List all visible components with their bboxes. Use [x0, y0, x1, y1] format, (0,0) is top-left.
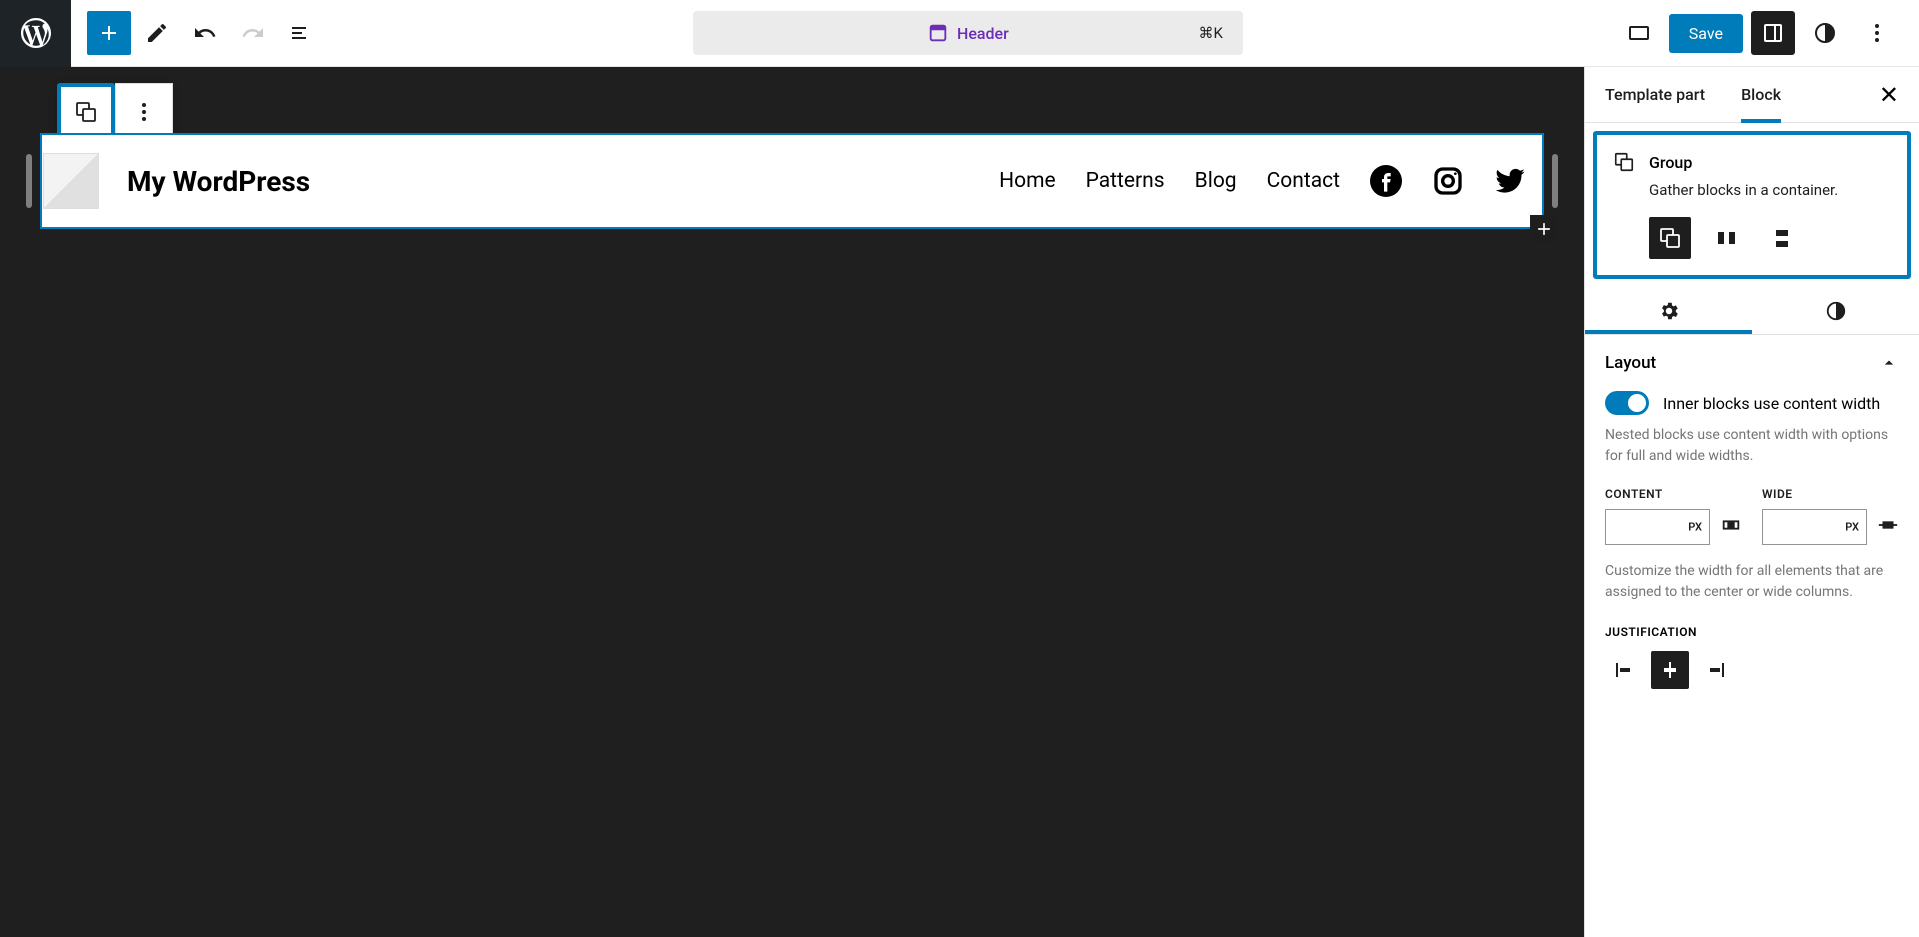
- group-variation-stack[interactable]: [1761, 217, 1803, 259]
- nav-link[interactable]: Contact: [1267, 169, 1340, 193]
- redo-button[interactable]: [231, 11, 275, 55]
- content-width-label: Inner blocks use content width: [1663, 394, 1880, 413]
- wide-width-label: WIDE: [1762, 487, 1899, 501]
- settings-tab[interactable]: [1585, 287, 1752, 334]
- add-block-button[interactable]: [1530, 215, 1558, 243]
- undo-button[interactable]: [183, 11, 227, 55]
- unit-label: PX: [1688, 521, 1702, 534]
- resize-handle-right[interactable]: [1552, 154, 1558, 208]
- layout-panel-toggle[interactable]: Layout: [1605, 353, 1899, 373]
- list-view-button[interactable]: [279, 11, 323, 55]
- justification-label: JUSTIFICATION: [1605, 625, 1899, 639]
- content-width-icon: [1720, 514, 1742, 540]
- nav-link[interactable]: Patterns: [1086, 169, 1165, 193]
- twitter-icon[interactable]: [1494, 165, 1526, 197]
- chevron-up-icon: [1879, 353, 1899, 373]
- group-variation-group[interactable]: [1649, 217, 1691, 259]
- site-logo-placeholder[interactable]: [43, 153, 99, 209]
- wide-width-icon: [1877, 514, 1899, 540]
- block-card-title: Group: [1649, 153, 1692, 172]
- content-width-toggle[interactable]: [1605, 391, 1649, 415]
- nav-link[interactable]: Home: [999, 169, 1056, 193]
- view-button[interactable]: [1617, 11, 1661, 55]
- width-help-text: Customize the width for all elements tha…: [1605, 561, 1899, 603]
- block-card-desc: Gather blocks in a container.: [1649, 181, 1891, 199]
- settings-sidebar-toggle[interactable]: [1751, 11, 1795, 55]
- styles-tab[interactable]: [1752, 287, 1919, 334]
- styles-button[interactable]: [1803, 11, 1847, 55]
- site-title[interactable]: My WordPress: [127, 165, 310, 198]
- facebook-icon[interactable]: [1370, 165, 1402, 197]
- layout-panel: Layout Inner blocks use content width Ne…: [1585, 335, 1919, 707]
- editor-canvas[interactable]: My WordPress Home Patterns Blog Contact: [0, 67, 1584, 937]
- layout-help-text: Nested blocks use content width with opt…: [1605, 425, 1899, 467]
- nav-link[interactable]: Blog: [1195, 169, 1237, 193]
- justify-center-button[interactable]: [1651, 651, 1689, 689]
- unit-label: PX: [1845, 521, 1859, 534]
- tab-template-part[interactable]: Template part: [1605, 67, 1705, 123]
- block-card: Group Gather blocks in a container.: [1593, 131, 1911, 279]
- resize-handle-left[interactable]: [26, 154, 32, 208]
- justify-left-button[interactable]: [1605, 651, 1643, 689]
- tab-block[interactable]: Block: [1741, 67, 1781, 123]
- command-shortcut: ⌘K: [1198, 24, 1222, 42]
- options-button[interactable]: [1855, 11, 1899, 55]
- template-name: Header: [957, 24, 1009, 43]
- group-variation-row[interactable]: [1705, 217, 1747, 259]
- close-sidebar-button[interactable]: ✕: [1879, 81, 1899, 109]
- inserter-button[interactable]: [87, 11, 131, 55]
- settings-sidebar: Template part Block ✕ Group Gather block…: [1584, 67, 1919, 937]
- justify-right-button[interactable]: [1697, 651, 1735, 689]
- header-group-block[interactable]: My WordPress Home Patterns Blog Contact: [40, 133, 1544, 229]
- instagram-icon[interactable]: [1432, 165, 1464, 197]
- content-width-label: CONTENT: [1605, 487, 1742, 501]
- save-button[interactable]: Save: [1669, 14, 1743, 53]
- top-toolbar: Header ⌘K Save: [0, 0, 1919, 67]
- group-icon: [1613, 151, 1635, 173]
- edit-tool-button[interactable]: [135, 11, 179, 55]
- wordpress-logo[interactable]: [0, 0, 71, 67]
- template-selector[interactable]: Header ⌘K: [693, 11, 1243, 55]
